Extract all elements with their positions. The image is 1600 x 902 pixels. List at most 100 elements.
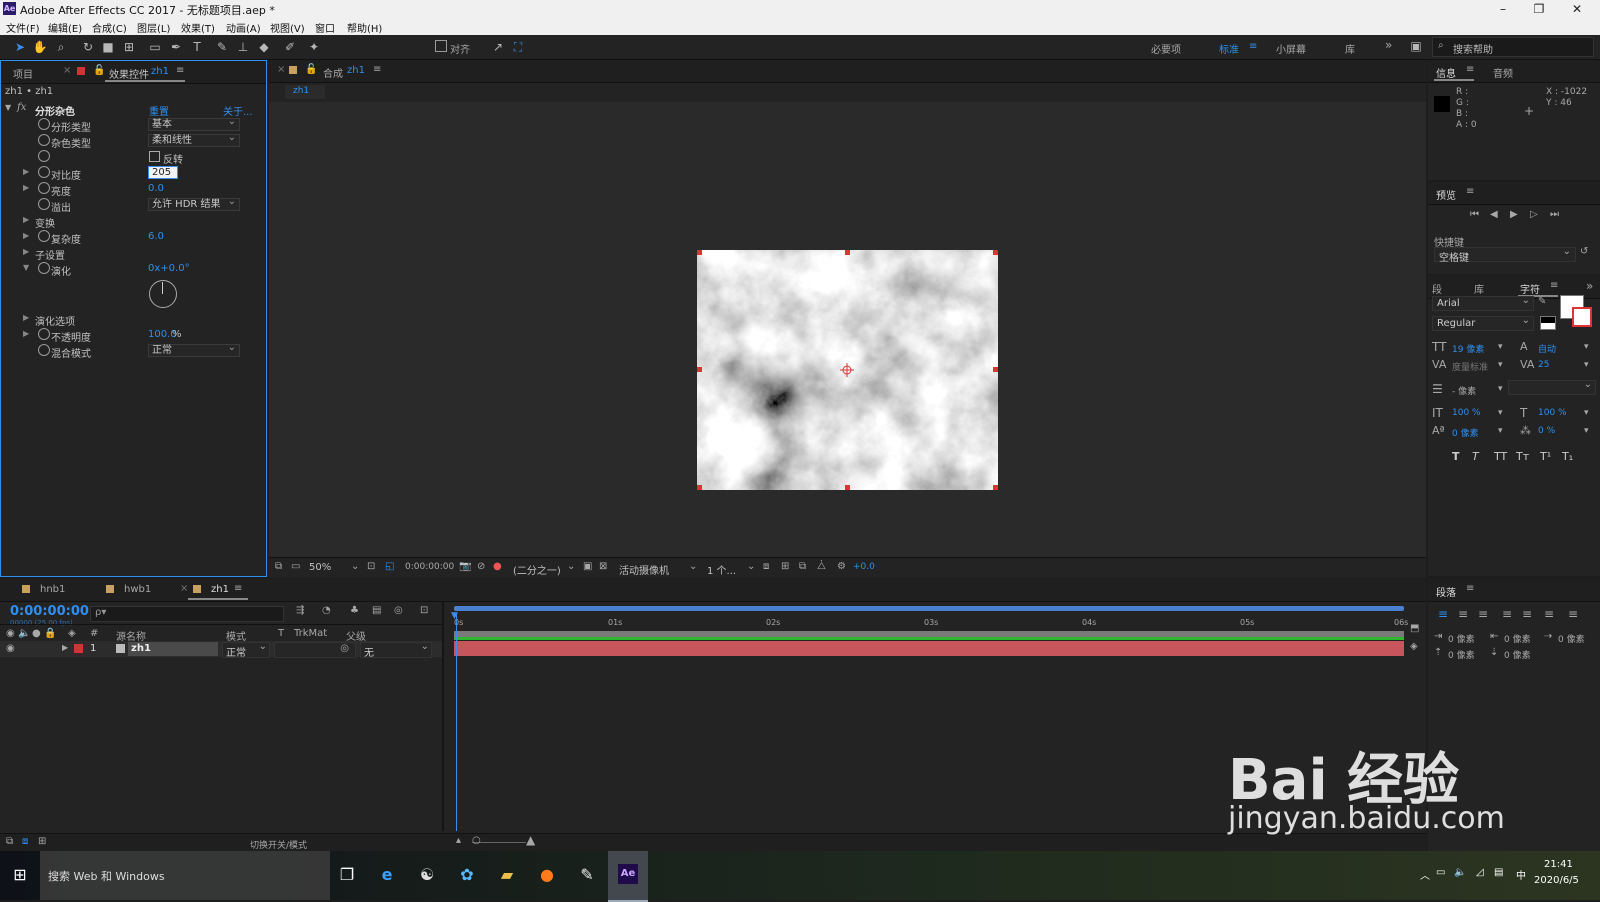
zoom-tool-icon[interactable]: ⌕ (53, 39, 69, 55)
workspace-menu-icon[interactable]: ≡ (1249, 41, 1257, 52)
eraser-tool-icon[interactable]: ◆ (256, 39, 272, 55)
chevron-down-icon[interactable]: ▾ (1584, 426, 1589, 436)
frame-blending-icon[interactable]: ▤ (372, 605, 381, 616)
tracking-value[interactable]: 25 (1538, 360, 1549, 370)
justify-all-icon[interactable]: ≡ (1568, 607, 1578, 621)
workspace-standard[interactable]: 标准 (1219, 41, 1239, 56)
brush-tool-icon[interactable]: ✎ (214, 39, 230, 55)
reset-link[interactable]: 重置 (149, 103, 169, 118)
invert-checkbox[interactable] (149, 151, 160, 162)
expand-triangle-icon[interactable]: ▶ (23, 183, 29, 192)
contrast-input[interactable]: 205 (148, 166, 178, 179)
tab-zh1[interactable]: zh1 (211, 584, 229, 595)
brightness-value[interactable]: 0.0 (148, 183, 164, 194)
font-style-dropdown[interactable]: Regular ⌄ (1432, 315, 1534, 331)
menu-effect[interactable]: 效果(T) (181, 20, 215, 35)
font-size-value[interactable]: 19 像素 (1452, 342, 1484, 355)
clone-stamp-tool-icon[interactable]: ⊥ (235, 39, 251, 55)
fast-previews-icon[interactable]: ⊞ (781, 561, 789, 572)
more-panels-icon[interactable]: » (1586, 279, 1593, 293)
taskbar-time[interactable]: 21:41 (1544, 859, 1573, 870)
tab-character[interactable]: 字符 (1520, 281, 1540, 296)
noise-type-dropdown[interactable]: 柔和线性 (148, 132, 240, 147)
panel-menu-icon[interactable]: ≡ (1466, 64, 1474, 75)
tab-paragraph-short[interactable]: 段 (1432, 281, 1442, 296)
swap-colors-icon[interactable] (1540, 316, 1556, 330)
zoom-in-icon[interactable]: ▲ (526, 833, 535, 847)
monitor-icon[interactable]: ▭ (291, 561, 300, 572)
camera-tool-icon[interactable]: ■ (100, 39, 116, 55)
layer-switches-icon[interactable]: ⧉ (6, 836, 13, 847)
safe-zones-icon[interactable]: ⊡ (367, 561, 375, 572)
menu-file[interactable]: 文件(F) (6, 20, 40, 35)
close-tab-icon[interactable]: × (180, 583, 188, 594)
superscript-button[interactable]: T¹ (1540, 450, 1551, 463)
chevron-down-icon[interactable]: ⌄ (351, 561, 359, 572)
baseline-value[interactable]: 0 像素 (1452, 426, 1479, 439)
lock-icon[interactable]: 🔓 (93, 65, 105, 76)
align-left-icon[interactable]: ≡ (1438, 607, 1448, 621)
close-tab-icon[interactable]: × (63, 65, 71, 76)
lock-icon[interactable]: 🔓 (305, 64, 317, 75)
timeline-icon[interactable]: ⧉ (799, 561, 806, 572)
type-tool-icon[interactable]: T (189, 39, 205, 55)
stopwatch-icon[interactable] (38, 344, 50, 356)
hand-tool-icon[interactable]: ✋ (32, 39, 48, 55)
expand-triangle-icon[interactable]: ▶ (23, 247, 29, 256)
always-preview-icon[interactable]: ⧉ (275, 561, 282, 572)
more-workspaces-icon[interactable]: » (1385, 38, 1392, 52)
transfer-controls-icon[interactable]: ⧈ (22, 836, 28, 847)
workspace-essentials[interactable]: 必要项 (1151, 41, 1181, 56)
layer-label-swatch[interactable] (74, 644, 83, 653)
collapse-triangle-icon[interactable]: ▼ (5, 103, 11, 112)
panel-menu-icon[interactable]: ≡ (1550, 280, 1558, 291)
exposure-value[interactable]: +0.0 (853, 562, 875, 572)
tab-project[interactable]: 项目 (13, 66, 33, 81)
channel-icon[interactable]: ● (493, 561, 502, 572)
align-right-icon[interactable]: ≡ (1478, 607, 1488, 621)
indent-first-value[interactable]: 0 像素 (1558, 632, 1585, 645)
zoom-slider-handle[interactable]: ○ (472, 835, 481, 846)
roto-brush-tool-icon[interactable]: ✐ (282, 39, 298, 55)
windows-start-icon[interactable]: ⊞ (8, 863, 32, 887)
menu-layer[interactable]: 图层(L) (137, 20, 170, 35)
playhead-icon[interactable]: ▼ (451, 611, 458, 621)
views-dropdown[interactable]: 1 个... (707, 562, 736, 577)
close-tab-icon[interactable]: × (277, 64, 285, 75)
menu-view[interactable]: 视图(V) (270, 20, 305, 35)
expand-triangle-icon[interactable]: ▶ (23, 167, 29, 176)
help-search-box[interactable]: ⌕ 搜索帮助 (1432, 37, 1594, 57)
in-out-panes-icon[interactable]: ⊞ (38, 836, 46, 847)
align-center-icon[interactable]: ≡ (1458, 607, 1468, 621)
motion-blur-icon[interactable]: ◎ (394, 605, 403, 616)
menu-help[interactable]: 帮助(H) (347, 20, 382, 35)
justify-center-icon[interactable]: ≡ (1522, 607, 1532, 621)
rectangle-tool-icon[interactable]: ▭ (147, 39, 163, 55)
chevron-down-icon[interactable]: ⌄ (689, 561, 697, 572)
complexity-value[interactable]: 6.0 (148, 231, 164, 242)
parent-dropdown[interactable]: 无 ⌄ (360, 641, 432, 659)
tsume-value[interactable]: 0 % (1538, 426, 1555, 436)
graph-editor-icon[interactable]: ⊡ (420, 605, 428, 616)
comp-marker-bin-icon[interactable]: ⬒ (1410, 623, 1419, 634)
pan-behind-tool-icon[interactable]: ⊞ (121, 39, 137, 55)
chevron-down-icon[interactable]: ▾ (1498, 384, 1503, 394)
tab-audio[interactable]: 音频 (1493, 65, 1513, 80)
space-before-value[interactable]: 0 像素 (1448, 648, 1475, 661)
after-effects-task[interactable]: Ae (608, 851, 648, 902)
selection-tool-icon[interactable]: ➤ (12, 39, 28, 55)
panel-menu-icon[interactable]: ≡ (176, 65, 184, 76)
stopwatch-icon[interactable] (38, 230, 50, 242)
tab-hwb1[interactable]: hwb1 (124, 584, 151, 595)
app-icon-1[interactable]: ☯ (415, 863, 439, 887)
tab-effect-layer[interactable]: zh1 (151, 66, 169, 77)
tab-hnb1[interactable]: hnb1 (40, 584, 65, 595)
chevron-down-icon[interactable]: ▾ (1584, 360, 1589, 370)
indent-left-value[interactable]: 0 像素 (1448, 632, 1475, 645)
expand-triangle-icon[interactable]: ▶ (62, 643, 68, 652)
first-frame-icon[interactable]: ⏮ (1470, 209, 1479, 220)
faux-italic-button[interactable]: T (1472, 450, 1479, 463)
stopwatch-icon[interactable] (38, 328, 50, 340)
label-column-icon[interactable]: ◈ (68, 628, 76, 639)
shy-layers-icon[interactable]: ♣ (350, 605, 359, 616)
